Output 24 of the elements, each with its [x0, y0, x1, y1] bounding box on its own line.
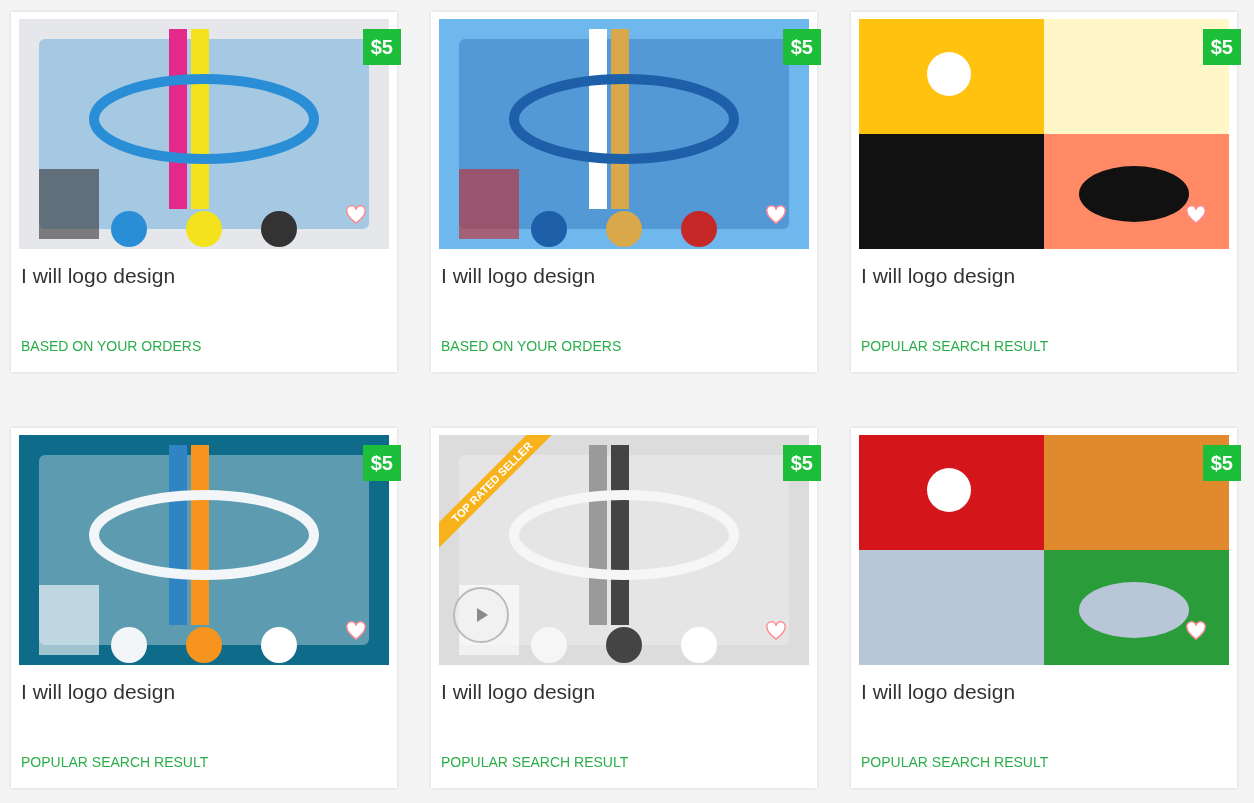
- gig-title[interactable]: I will logo design: [861, 680, 1229, 704]
- heart-icon[interactable]: [345, 205, 367, 225]
- gig-title[interactable]: I will logo design: [861, 264, 1229, 288]
- heart-icon[interactable]: [1185, 621, 1207, 641]
- price-badge: $5: [1202, 445, 1241, 481]
- gig-title[interactable]: I will logo design: [441, 680, 809, 704]
- recommendation-tag: BASED ON YOUR ORDERS: [441, 338, 809, 354]
- heart-icon[interactable]: [765, 205, 787, 225]
- price-badge: $5: [782, 445, 821, 481]
- price-badge: $5: [362, 29, 401, 65]
- heart-icon[interactable]: [1185, 205, 1207, 225]
- price-badge: $5: [1202, 29, 1241, 65]
- recommendation-tag: POPULAR SEARCH RESULT: [861, 754, 1229, 770]
- recommendation-tag: POPULAR SEARCH RESULT: [441, 754, 809, 770]
- gig-title[interactable]: I will logo design: [21, 680, 389, 704]
- heart-icon[interactable]: [345, 621, 367, 641]
- recommendation-tag: POPULAR SEARCH RESULT: [861, 338, 1229, 354]
- gig-title[interactable]: I will logo design: [441, 264, 809, 288]
- price-badge: $5: [362, 445, 401, 481]
- price-badge: $5: [782, 29, 821, 65]
- gig-title[interactable]: I will logo design: [21, 264, 389, 288]
- heart-icon[interactable]: [765, 621, 787, 641]
- recommendation-tag: BASED ON YOUR ORDERS: [21, 338, 389, 354]
- recommendation-tag: POPULAR SEARCH RESULT: [21, 754, 389, 770]
